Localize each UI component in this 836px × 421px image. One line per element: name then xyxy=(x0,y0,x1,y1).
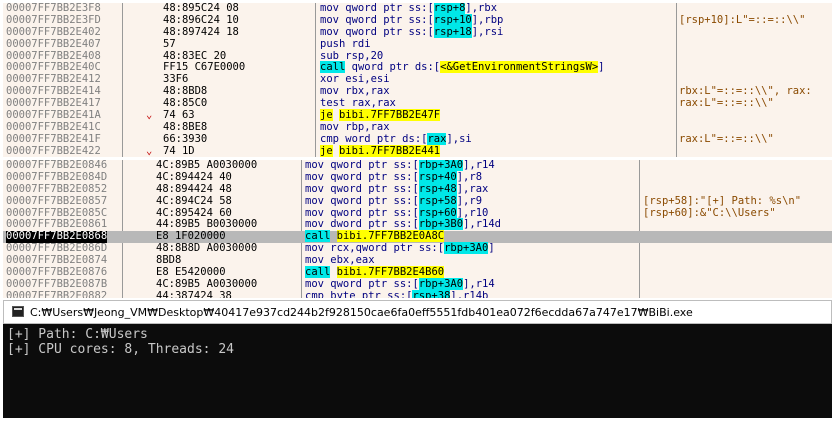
bytes-cell: 57 xyxy=(163,37,176,50)
disasm-row[interactable]: 00007FF7BB2E41A ⌄ 74 63 je bibi.7FF7BB2E47F xyxy=(3,109,832,122)
console-window-title: C:₩Users₩Jeong_VM₩Desktop₩40417e937cd244… xyxy=(30,306,693,319)
address-cell: 00007FF7BB2E422 xyxy=(6,144,101,157)
address-cell: 00007FF7BB2E084D xyxy=(6,170,108,183)
instruction-cell: mov qword ptr ss:[rsp+58],r9 xyxy=(305,194,483,207)
bytes-cell: 44:387424 38 xyxy=(156,289,232,298)
comment-cell: rax:L"=::=::\\" xyxy=(679,97,774,110)
bytes-cell: 48:894424 48 xyxy=(156,182,232,195)
address-cell: 00007FF7BB2E0852 xyxy=(6,182,108,195)
instruction-cell: mov qword ptr ss:[rsp+18],rsi xyxy=(320,25,504,38)
instruction-cell: mov qword ptr ss:[rsp+48],rax xyxy=(305,182,489,195)
disasm-row[interactable]: 00007FF7BB2E084D 4C:894424 40 mov qword pt… xyxy=(3,170,832,184)
disasm-row[interactable]: 00007FF7BB2E086D 48:8B8D A0030000 mov rcx,… xyxy=(3,242,832,255)
disasm-row[interactable]: 00007FF7BB2E41F 66:3930 cmp word ptr ds:[r… xyxy=(3,132,832,146)
disasm-row[interactable]: 00007FF7BB2E402 48:897424 18 mov qword ptr… xyxy=(3,25,832,39)
bytes-cell: 48:896C24 10 xyxy=(163,13,239,26)
instruction-cell: mov qword ptr ss:[rsp+10],rbp xyxy=(320,13,504,26)
bytes-cell: 48:897424 18 xyxy=(163,25,239,38)
console-title-bar[interactable]: C:₩Users₩Jeong_VM₩Desktop₩40417e937cd244… xyxy=(3,300,832,324)
instruction-cell: cmp word ptr ds:[rax],si xyxy=(320,132,472,145)
comment-cell: rax:L"=::=::\\" xyxy=(679,132,774,145)
instruction-cell: mov qword ptr ss:[rsp+40],r8 xyxy=(305,170,483,183)
bytes-cell: 4C:894C24 58 xyxy=(156,194,232,207)
console-line: [+] CPU cores: 8, Threads: 24 xyxy=(7,342,234,357)
disasm-row[interactable]: 00007FF7BB2E41C 48:8BE8 mov rbp,rax xyxy=(3,121,832,134)
comment-cell: [rsp+60]:&"C:\\Users" xyxy=(643,206,776,219)
disasm-row[interactable]: 00007FF7BB2E3FD 48:896C24 10 mov qword ptr… xyxy=(3,13,832,27)
disassembly-pane-top[interactable]: 00007FF7BB2E3F8 48:895C24 08 mov qword ptr… xyxy=(3,3,832,157)
console-output[interactable]: [+] Path: C:₩Users [+] CPU cores: 8, Thr… xyxy=(3,324,832,418)
disasm-row[interactable]: 00007FF7BB2E087B 4C:89B5 A0030000 mov qwor… xyxy=(3,277,832,291)
jump-arrow-icon: ⌄ xyxy=(146,109,153,122)
disasm-row[interactable]: 00007FF7BB2E407 57 push rdi xyxy=(3,37,832,51)
address-cell: 00007FF7BB2E0857 xyxy=(6,194,108,207)
instruction-cell: cmp byte ptr ss:[rsp+38],r14b xyxy=(305,289,488,298)
disasm-row[interactable]: 00007FF7BB2E0857 4C:894C24 58 mov qword pt… xyxy=(3,194,832,208)
disasm-row[interactable]: 00007FF7BB2E422 ⌄ 74 1D je bibi.7FF7BB2E441 xyxy=(3,144,832,157)
jump-arrow-icon: ⌄ xyxy=(146,144,153,157)
comment-cell: [rsp+10]:L"=::=::\\" xyxy=(679,13,806,26)
console-line: [+] Path: C:₩Users xyxy=(7,327,148,342)
disasm-row[interactable]: 00007FF7BB2E40C FF15 C67E0000 call qword p… xyxy=(3,61,832,74)
comment-cell: [rsp+58]:"[+] Path: %s\n" xyxy=(643,194,802,207)
address-cell: 00007FF7BB2E3FD xyxy=(6,13,101,26)
instruction-cell: je bibi.7FF7BB2E441 xyxy=(320,144,441,157)
disasm-row[interactable]: 00007FF7BB2E0852 48:894424 48 mov qword pt… xyxy=(3,182,832,196)
console-app-icon xyxy=(12,306,24,317)
bytes-cell: 74 1D xyxy=(163,144,195,157)
address-cell: 00007FF7BB2E41F xyxy=(6,132,101,145)
address-cell: 00007FF7BB2E407 xyxy=(6,37,101,50)
instruction-cell: push rdi xyxy=(320,37,371,50)
address-cell: 00007FF7BB2E402 xyxy=(6,25,101,38)
disasm-row[interactable]: 00007FF7BB2E0882 44:387424 38 cmp byte ptr… xyxy=(3,289,832,298)
bytes-cell: 4C:894424 40 xyxy=(156,170,232,183)
bytes-cell: 66:3930 xyxy=(163,132,208,145)
address-cell: 00007FF7BB2E0882 xyxy=(6,289,108,298)
disassembly-pane-bottom[interactable]: 00007FF7BB2E0846 4C:89B5 A0030000 mov qwor… xyxy=(3,160,832,298)
